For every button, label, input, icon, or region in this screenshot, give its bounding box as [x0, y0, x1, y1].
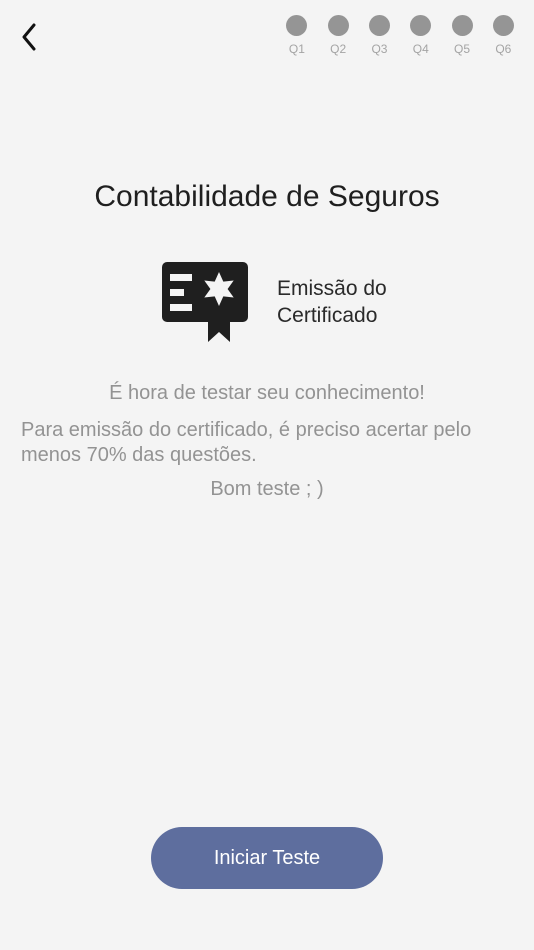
back-button[interactable] [14, 20, 44, 54]
step-label: Q4 [412, 42, 429, 56]
step-label: Q3 [371, 42, 388, 56]
start-test-button[interactable]: Iniciar Teste [151, 827, 383, 889]
step-q6: Q6 [483, 15, 524, 56]
certificate-icon [162, 262, 248, 342]
page-title: Contabilidade de Seguros [94, 180, 440, 213]
message-body: Para emissão do certificado, é preciso a… [21, 419, 472, 466]
step-dot [327, 15, 349, 36]
step-dot [410, 15, 432, 36]
step-q5: Q5 [441, 15, 482, 56]
step-q2: Q2 [318, 15, 359, 56]
step-label: Q1 [288, 42, 305, 56]
certificate-label: Emissão do Certificado [277, 275, 437, 329]
step-dot [492, 15, 514, 36]
step-dot [368, 15, 390, 36]
step-label: Q2 [330, 42, 347, 56]
message-footer: Bom teste ; ) [210, 478, 324, 500]
step-label: Q5 [454, 42, 471, 56]
step-q3: Q3 [359, 15, 400, 56]
question-progress: Q1 Q2 Q3 Q4 Q5 Q6 [276, 15, 524, 56]
message-heading: É hora de testar seu conhecimento! [109, 382, 425, 404]
step-q4: Q4 [400, 15, 441, 56]
certificate-info: Emissão do Certificado [162, 260, 437, 344]
certificate-label-line2: Certificado [277, 304, 378, 327]
certificate-label-line1: Emissão do [277, 277, 387, 300]
step-dot [286, 15, 308, 36]
step-label: Q6 [495, 42, 512, 56]
chevron-left-icon [22, 23, 36, 51]
step-q1: Q1 [276, 15, 317, 56]
step-dot [451, 15, 473, 36]
